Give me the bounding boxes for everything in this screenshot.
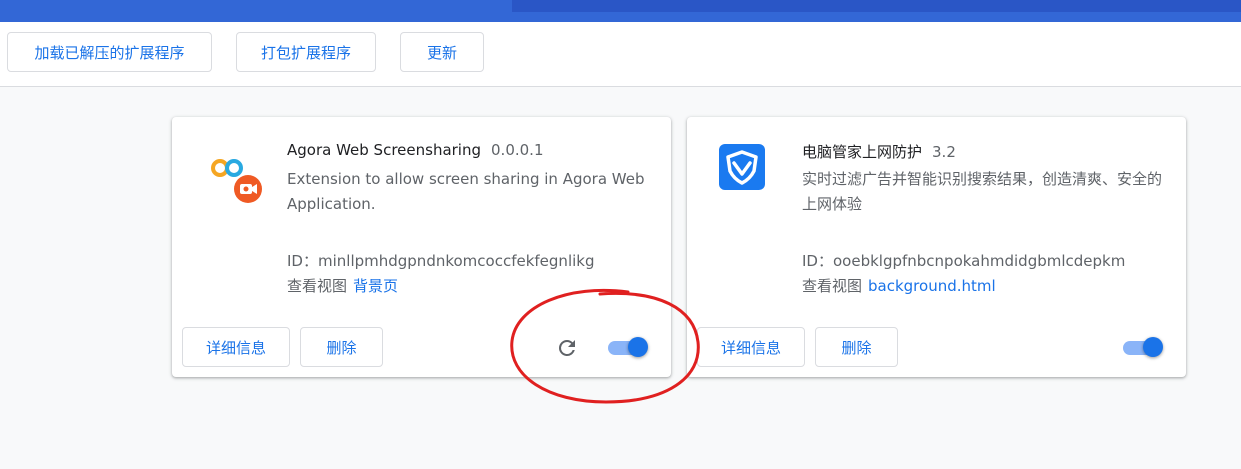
- id-label: ID：: [287, 252, 318, 270]
- inspect-views: 查看视图 背景页: [287, 275, 398, 296]
- reload-icon[interactable]: [555, 336, 579, 360]
- extension-card-agora: Agora Web Screensharing 0.0.0.1 Extension…: [172, 117, 671, 377]
- extension-title: Agora Web Screensharing: [287, 141, 482, 159]
- inspect-views-label: 查看视图: [287, 277, 348, 295]
- remove-button[interactable]: 删除: [815, 327, 898, 367]
- extension-title: 电脑管家上网防护: [802, 143, 923, 161]
- background-page-link[interactable]: 背景页: [353, 277, 398, 295]
- extensions-toolbar: 加载已解压的扩展程序 打包扩展程序 更新: [0, 22, 1241, 87]
- enable-toggle[interactable]: [608, 337, 648, 357]
- load-unpacked-button[interactable]: 加载已解压的扩展程序: [7, 32, 212, 72]
- details-button[interactable]: 详细信息: [697, 327, 805, 367]
- shield-icon: [719, 144, 765, 190]
- id-label: ID：: [802, 252, 833, 270]
- extension-version: 3.2: [932, 143, 956, 161]
- details-button[interactable]: 详细信息: [182, 327, 290, 367]
- inspect-views: 查看视图 background.html: [802, 275, 996, 296]
- enable-toggle[interactable]: [1123, 337, 1163, 357]
- extension-id: ID：minllpmhdgpndnkomcoccfekfegnlikg: [287, 250, 594, 271]
- extension-id: ID：ooebklgpfnbcnpokahmdidgbmlcdepkm: [802, 250, 1125, 271]
- remove-button[interactable]: 删除: [300, 327, 383, 367]
- extension-card-pc-manager: 电脑管家上网防护 3.2 实时过滤广告并智能识别搜索结果，创造清爽、安全的上网体验…: [687, 117, 1186, 377]
- inspect-views-label: 查看视图: [802, 277, 863, 295]
- agora-screensharing-icon: [211, 159, 262, 203]
- id-value: minllpmhdgpndnkomcoccfekfegnlikg: [317, 252, 595, 270]
- header-dark-strip: [512, 0, 1241, 12]
- extension-name: Agora Web Screensharing 0.0.0.1: [287, 141, 544, 159]
- update-button[interactable]: 更新: [400, 32, 484, 72]
- extension-description: 实时过滤广告并智能识别搜索结果，创造清爽、安全的上网体验: [802, 170, 1163, 213]
- id-value: ooebklgpfnbcnpokahmdidgbmlcdepkm: [832, 252, 1126, 270]
- background-html-link[interactable]: background.html: [868, 277, 996, 295]
- extension-description: Extension to allow screen sharing in Ago…: [287, 170, 645, 213]
- extension-name: 电脑管家上网防护 3.2: [802, 141, 956, 162]
- top-header-bar: [0, 0, 1241, 22]
- pack-extension-button[interactable]: 打包扩展程序: [236, 32, 376, 72]
- extension-version: 0.0.0.1: [491, 141, 544, 159]
